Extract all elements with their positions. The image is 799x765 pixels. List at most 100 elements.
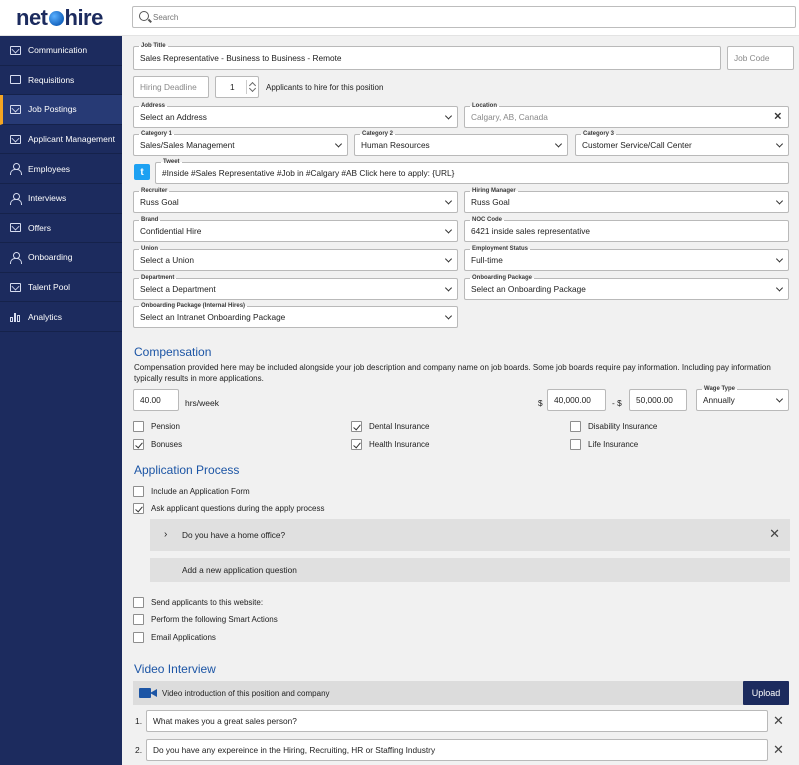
hiring-deadline-placeholder: Hiring Deadline: [140, 82, 197, 92]
sidebar-item-offers[interactable]: Offers: [0, 214, 122, 244]
recruiter-select[interactable]: Recruiter Russ Goal: [133, 187, 458, 213]
sidebar-item-job-postings[interactable]: Job Postings: [0, 95, 122, 125]
pension-checkbox[interactable]: [133, 421, 144, 432]
address-select[interactable]: Address Select an Address: [133, 102, 458, 128]
dental-insurance-checkbox[interactable]: [351, 421, 362, 432]
salary-min-field[interactable]: 40,000.00: [547, 389, 606, 411]
smart-actions-checkbox[interactable]: [133, 614, 144, 625]
video-question-number: 1.: [135, 716, 143, 726]
search-input[interactable]: [153, 9, 773, 25]
department-select[interactable]: Department Select a Department: [133, 274, 458, 300]
tweet-field[interactable]: Tweet #Inside #Sales Representative #Job…: [155, 158, 789, 184]
field-label: Wage Type: [702, 385, 738, 393]
life-insurance-checkbox[interactable]: [570, 439, 581, 450]
chevron-down-icon: [775, 395, 784, 403]
brand-select[interactable]: Brand Confidential Hire: [133, 216, 458, 242]
job-title-field[interactable]: Job Title Sales Representative - Busines…: [133, 42, 721, 70]
disability-insurance-checkbox[interactable]: [570, 421, 581, 432]
sidebar-item-requisitions[interactable]: Requisitions: [0, 66, 122, 96]
field-label: Category 2: [360, 130, 396, 138]
sidebar-item-analytics[interactable]: Analytics: [0, 302, 122, 332]
remove-question-1-icon[interactable]: ✕: [773, 713, 784, 729]
ask-questions-checkbox[interactable]: [133, 503, 144, 514]
location-field[interactable]: Location Calgary, AB, Canada ✕: [464, 102, 789, 128]
applicants-label: Applicants to hire for this position: [266, 83, 384, 92]
send-to-website-label: Send applicants to this website:: [151, 598, 264, 607]
include-application-form-label: Include an Application Form: [151, 487, 250, 496]
union-value: Select a Union: [140, 255, 194, 265]
netohire-logo[interactable]: net hire: [16, 5, 103, 31]
onboarding-package-select[interactable]: Onboarding Package Select an Onboarding …: [464, 274, 789, 300]
include-application-form-checkbox[interactable]: [133, 486, 144, 497]
field-label: Employment Status: [470, 245, 531, 253]
field-label: Job Title: [139, 42, 168, 50]
send-to-website-checkbox[interactable]: [133, 597, 144, 608]
application-question-row[interactable]: › Do you have a home office? ✕: [150, 519, 790, 551]
chevron-down-icon: [444, 112, 453, 120]
chevron-down-icon: [444, 226, 453, 234]
compensation-description: Compensation provided here may be includ…: [134, 363, 771, 383]
search-icon: [139, 11, 149, 21]
search-bar[interactable]: [132, 6, 796, 28]
health-insurance-checkbox[interactable]: [351, 439, 362, 450]
add-question-button[interactable]: Add a new application question: [150, 558, 790, 582]
bar-chart-icon: [8, 311, 22, 323]
category-1-value: Sales/Sales Management: [140, 140, 235, 150]
video-intro-row: Video introduction of this position and …: [133, 681, 745, 705]
chevron-down-icon: [554, 140, 563, 148]
chevron-right-icon[interactable]: ›: [164, 529, 167, 540]
category-2-value: Human Resources: [361, 140, 430, 150]
sidebar-item-applicant-management[interactable]: Applicant Management: [0, 125, 122, 155]
category-1-select[interactable]: Category 1 Sales/Sales Management: [133, 130, 348, 156]
application-process-heading: Application Process: [134, 463, 240, 477]
field-label: Recruiter: [139, 187, 170, 195]
stepper-arrows-icon[interactable]: [246, 80, 256, 94]
onboarding-internal-value: Select an Intranet Onboarding Package: [140, 312, 286, 322]
video-question-2-field[interactable]: Do you have any expereince in the Hiring…: [146, 739, 768, 761]
sidebar-item-communication[interactable]: Communication: [0, 36, 122, 66]
category-2-select[interactable]: Category 2 Human Resources: [354, 130, 568, 156]
noc-code-field[interactable]: NOC Code 6421 inside sales representativ…: [464, 216, 789, 242]
sidebar-item-interviews[interactable]: Interviews: [0, 184, 122, 214]
remove-question-2-icon[interactable]: ✕: [773, 742, 784, 758]
job-code-field[interactable]: Job Code: [727, 46, 794, 70]
clear-icon[interactable]: ✕: [774, 112, 782, 123]
field-label: Category 1: [139, 130, 175, 138]
bonuses-label: Bonuses: [151, 440, 183, 449]
onboarding-internal-select[interactable]: Onboarding Package (Internal Hires) Sele…: [133, 302, 458, 328]
chevron-down-icon: [334, 140, 343, 148]
bonuses-checkbox[interactable]: [133, 439, 144, 450]
applicants-stepper[interactable]: 1: [215, 76, 259, 98]
sidebar-item-employees[interactable]: Employees: [0, 154, 122, 184]
sidebar-item-label: Offers: [28, 222, 51, 233]
application-question-text: Do you have a home office?: [182, 530, 286, 540]
hours-field[interactable]: 40.00: [133, 389, 179, 411]
tweet-value: #Inside #Sales Representative #Job in #C…: [162, 168, 455, 178]
disability-insurance-label: Disability Insurance: [588, 422, 658, 431]
employment-status-select[interactable]: Employment Status Full-time: [464, 245, 789, 271]
sidebar-nav: Communication Requisitions Job Postings …: [0, 36, 122, 765]
video-question-1-field[interactable]: What makes you a great sales person?: [146, 710, 768, 732]
sidebar-item-talent-pool[interactable]: Talent Pool: [0, 273, 122, 303]
sidebar-item-label: Communication: [28, 45, 88, 56]
hiring-deadline-field[interactable]: Hiring Deadline: [133, 76, 209, 98]
sidebar-item-label: Job Postings: [28, 104, 77, 115]
close-icon[interactable]: ✕: [769, 526, 780, 542]
recruiter-value: Russ Goal: [140, 197, 179, 207]
sidebar-item-onboarding[interactable]: Onboarding: [0, 243, 122, 273]
dental-insurance-label: Dental Insurance: [369, 422, 430, 431]
chevron-down-icon: [444, 255, 453, 263]
field-label: Hiring Manager: [470, 187, 518, 195]
salary-max-field[interactable]: 50,000.00: [629, 389, 687, 411]
wage-type-select[interactable]: Wage Type Annually: [696, 385, 789, 411]
category-3-select[interactable]: Category 3 Customer Service/Call Center: [575, 130, 789, 156]
category-3-value: Customer Service/Call Center: [582, 140, 692, 150]
union-select[interactable]: Union Select a Union: [133, 245, 458, 271]
hiring-manager-select[interactable]: Hiring Manager Russ Goal: [464, 187, 789, 213]
field-label: Brand: [139, 216, 161, 224]
video-intro-label: Video introduction of this position and …: [162, 689, 330, 698]
email-applications-checkbox[interactable]: [133, 632, 144, 643]
hours-unit-label: hrs/week: [185, 398, 220, 408]
chevron-down-icon: [775, 255, 784, 263]
upload-button[interactable]: Upload: [743, 681, 789, 705]
